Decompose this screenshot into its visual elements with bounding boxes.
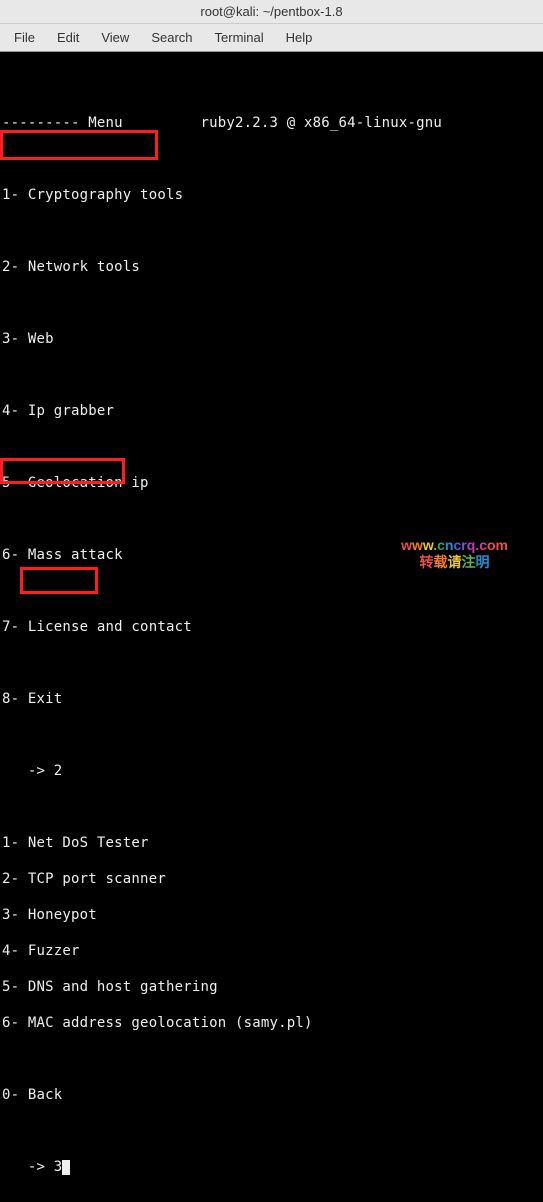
menu-item-license: 7- License and contact [0, 618, 543, 636]
menu-help[interactable]: Help [276, 26, 323, 49]
terminal-line [0, 582, 543, 600]
menu-item-mass-attack: 6- Mass attack [0, 546, 543, 564]
terminal-line [0, 726, 543, 744]
terminal-line [0, 222, 543, 240]
terminal-line [0, 510, 543, 528]
menu-bar: File Edit View Search Terminal Help [0, 24, 543, 52]
window-titlebar: root@kali: ~/pentbox-1.8 [0, 0, 543, 24]
menu-terminal[interactable]: Terminal [205, 26, 274, 49]
menu-item-web: 3- Web [0, 330, 543, 348]
terminal-output[interactable]: --------- Menu ruby2.2.3 @ x86_64-linux-… [0, 52, 543, 1202]
prompt-input-1: -> 2 [0, 762, 543, 780]
terminal-line [0, 438, 543, 456]
prompt-input-2: -> 3 [0, 1158, 543, 1176]
submenu-fuzzer: 4- Fuzzer [0, 942, 543, 960]
terminal-line [0, 1122, 543, 1140]
terminal-line [0, 1050, 543, 1068]
menu-item-cryptography: 1- Cryptography tools [0, 186, 543, 204]
terminal-line [0, 798, 543, 816]
menu-search[interactable]: Search [141, 26, 202, 49]
menu-item-network-tools: 2- Network tools [0, 258, 543, 276]
submenu-tcp-scanner: 2- TCP port scanner [0, 870, 543, 888]
terminal-line [0, 366, 543, 384]
menu-item-exit: 8- Exit [0, 690, 543, 708]
submenu-net-dos: 1- Net DoS Tester [0, 834, 543, 852]
menu-item-ip-grabber: 4- Ip grabber [0, 402, 543, 420]
terminal-line [0, 78, 543, 96]
window-title: root@kali: ~/pentbox-1.8 [200, 4, 342, 19]
terminal-line [0, 294, 543, 312]
submenu-honeypot: 3- Honeypot [0, 906, 543, 924]
submenu-dns-gathering: 5- DNS and host gathering [0, 978, 543, 996]
submenu-mac-geolocation: 6- MAC address geolocation (samy.pl) [0, 1014, 543, 1032]
terminal-line [0, 654, 543, 672]
menu-item-geolocation: 5- Geolocation ip [0, 474, 543, 492]
cursor-icon [62, 1160, 70, 1175]
prompt-text: -> 3 [2, 1159, 62, 1175]
terminal-line [0, 150, 543, 168]
submenu-back: 0- Back [0, 1086, 543, 1104]
menu-header: --------- Menu ruby2.2.3 @ x86_64-linux-… [0, 114, 543, 132]
menu-file[interactable]: File [4, 26, 45, 49]
menu-view[interactable]: View [91, 26, 139, 49]
menu-edit[interactable]: Edit [47, 26, 89, 49]
